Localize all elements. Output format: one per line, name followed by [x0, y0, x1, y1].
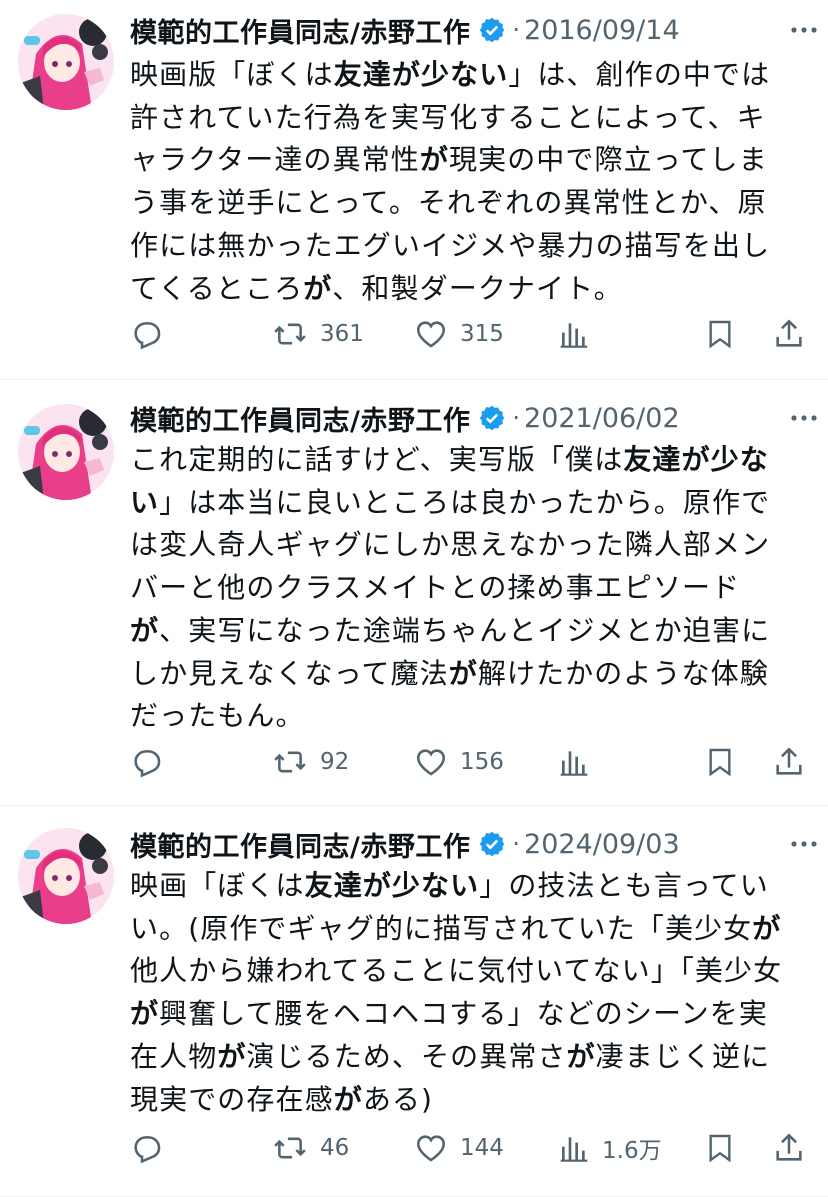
- retweet-count: 92: [320, 749, 350, 775]
- heart-icon: [416, 1135, 446, 1162]
- verified-badge-icon: [480, 17, 505, 43]
- tweet-text: 映画版「ぼくは友達が少ない」は、創作の中では許されていた行為を実写化することによ…: [130, 54, 790, 310]
- views-button[interactable]: 1.6万: [558, 1128, 662, 1168]
- retweet-button[interactable]: 92: [272, 742, 349, 782]
- bookmark-icon: [709, 320, 731, 349]
- retweet-count: 361: [320, 321, 364, 347]
- reply-button[interactable]: [130, 314, 164, 354]
- tweet[interactable]: 模範的工作員同志/赤野工作 · 2021/06/02 これ定期的に話すけど、実写…: [0, 380, 828, 806]
- bold-text-segment: が: [419, 143, 449, 177]
- share-icon: [776, 1133, 802, 1161]
- text-segment: 、和製ダークナイト。: [332, 271, 623, 305]
- share-button[interactable]: [772, 742, 806, 782]
- retweet-icon: [274, 1137, 306, 1159]
- text-segment: 演じるため、その異常さ: [246, 1039, 567, 1073]
- tweet-text: 映画「ぼくは友達が少ない」の技法とも言っていい。(原作でギャグ的に描写されていた…: [130, 865, 790, 1121]
- author-name[interactable]: 模範的工作員同志/赤野工作: [130, 11, 470, 50]
- like-count: 144: [460, 1135, 504, 1161]
- action-bar: 46 144 1.6万: [130, 1128, 810, 1168]
- share-button[interactable]: [772, 1128, 806, 1168]
- bookmark-icon: [709, 1134, 731, 1163]
- tweet-header: 模範的工作員同志/赤野工作 · 2016/09/14: [130, 10, 814, 50]
- tweet-header: 模範的工作員同志/赤野工作 · 2024/09/03: [130, 824, 814, 864]
- reply-button[interactable]: [130, 1128, 164, 1168]
- verified-badge-icon: [480, 831, 505, 857]
- text-segment: 」は本当に良いところは良かったから。原作では変人奇人ギャグにしか思えなかった隣人…: [130, 485, 771, 605]
- more-options-icon[interactable]: [786, 824, 822, 864]
- tweet-header: 模範的工作員同志/赤野工作 · 2021/06/02: [130, 398, 814, 438]
- heart-icon: [416, 321, 446, 348]
- tweet-date[interactable]: 2016/09/14: [524, 15, 680, 46]
- like-button[interactable]: 315: [414, 314, 504, 354]
- bold-text-segment: 友達が少ない: [304, 869, 480, 902]
- like-button[interactable]: 156: [414, 742, 504, 782]
- avatar-illustration: [18, 828, 114, 924]
- bookmark-button[interactable]: [704, 314, 736, 354]
- separator-dot: ·: [512, 16, 521, 44]
- separator-dot: ·: [512, 404, 521, 432]
- share-icon: [776, 319, 802, 347]
- analytics-icon: [560, 1137, 588, 1162]
- bold-text-segment: が: [303, 271, 333, 305]
- analytics-icon: [560, 751, 588, 776]
- text-segment: ある): [362, 1082, 434, 1116]
- more-options-icon[interactable]: [786, 398, 822, 438]
- tweet-text: これ定期的に話すけど、実写版「僕は友達が少ない」は本当に良いところは良かったから…: [130, 439, 790, 738]
- view-count: 1.6万: [602, 1138, 662, 1164]
- bold-text-segment: が: [217, 1039, 247, 1073]
- share-button[interactable]: [772, 314, 806, 354]
- like-count: 315: [460, 321, 504, 347]
- verified-badge-icon: [480, 405, 505, 431]
- author-name[interactable]: 模範的工作員同志/赤野工作: [130, 825, 470, 864]
- avatar-illustration: [18, 14, 114, 110]
- author-name[interactable]: 模範的工作員同志/赤野工作: [130, 399, 470, 438]
- reply-button[interactable]: [130, 742, 164, 782]
- analytics-icon: [560, 323, 588, 348]
- separator-dot: ·: [512, 830, 521, 858]
- bold-text-segment: が: [130, 997, 160, 1031]
- bookmark-icon: [709, 748, 731, 777]
- bold-text-segment: 少ない: [421, 58, 509, 91]
- tweet-date[interactable]: 2021/06/02: [524, 403, 680, 434]
- avatar[interactable]: [18, 828, 114, 924]
- bold-text-segment: が: [752, 911, 782, 945]
- retweet-button[interactable]: 361: [272, 314, 364, 354]
- tweet[interactable]: 模範的工作員同志/赤野工作 · 2024/09/03 映画「ぼくは友達が少ない」…: [0, 806, 828, 1197]
- bookmark-button[interactable]: [704, 1128, 736, 1168]
- share-icon: [776, 747, 802, 775]
- like-button[interactable]: 144: [414, 1128, 504, 1168]
- retweet-icon: [274, 323, 306, 345]
- retweet-icon: [274, 751, 306, 773]
- text-segment: 映画版「ぼくは: [130, 58, 334, 91]
- bold-text-segment: が: [448, 656, 478, 690]
- avatar[interactable]: [18, 404, 114, 500]
- bookmark-button[interactable]: [704, 742, 736, 782]
- heart-icon: [416, 749, 446, 776]
- bold-text-segment: が: [130, 613, 160, 647]
- action-bar: 92 156: [130, 742, 810, 782]
- bold-text-segment: が: [391, 58, 422, 91]
- retweet-button[interactable]: 46: [272, 1128, 349, 1168]
- bold-text-segment: 友達: [333, 58, 392, 91]
- more-options-icon[interactable]: [786, 10, 822, 50]
- text-segment: 映画「ぼくは: [130, 869, 305, 902]
- views-button[interactable]: [558, 314, 590, 354]
- reply-icon: [134, 322, 161, 350]
- text-segment: これ定期的に話すけど、実写版「僕は: [130, 443, 624, 476]
- tweet-date[interactable]: 2024/09/03: [524, 829, 680, 860]
- bold-text-segment: が: [333, 1082, 363, 1116]
- bold-text-segment: が: [566, 1039, 596, 1073]
- reply-icon: [134, 750, 161, 778]
- text-segment: 他人から嫌われてることに気付いてない」「美少女: [130, 954, 783, 988]
- avatar[interactable]: [18, 14, 114, 110]
- retweet-count: 46: [320, 1135, 350, 1161]
- avatar-illustration: [18, 404, 114, 500]
- like-count: 156: [460, 749, 504, 775]
- action-bar: 361 315: [130, 314, 810, 354]
- reply-icon: [134, 1136, 161, 1164]
- views-button[interactable]: [558, 742, 590, 782]
- tweet[interactable]: 模範的工作員同志/赤野工作 · 2016/09/14 映画版「ぼくは友達が少ない…: [0, 0, 828, 380]
